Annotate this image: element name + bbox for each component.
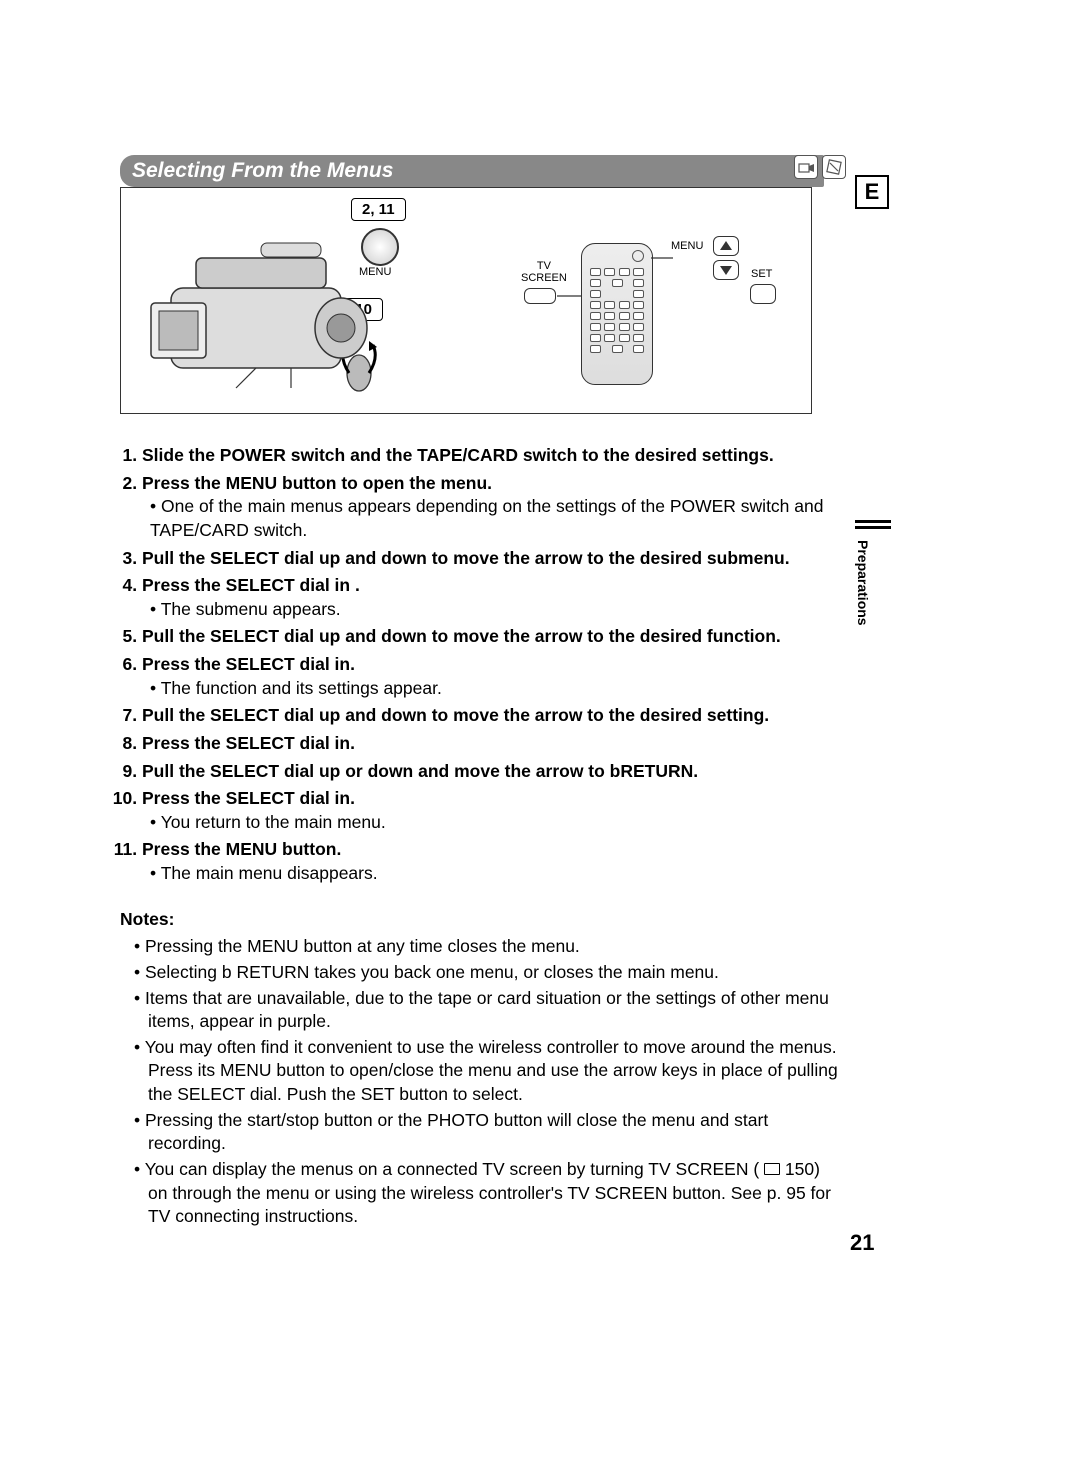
label-menu-remote: MENU (671, 240, 703, 252)
page-ref-icon (764, 1163, 780, 1175)
step-item: Pull the SELECT dial up or down and move… (142, 760, 840, 784)
note-item: Pressing the MENU button at any time clo… (120, 935, 840, 959)
tv-screen-button-icon (524, 288, 556, 304)
language-badge: E (855, 175, 889, 209)
side-tab-marks (855, 520, 891, 532)
note-item: Items that are unavailable, due to the t… (120, 987, 840, 1034)
step-item: Pull the SELECT dial up and down to move… (142, 704, 840, 728)
steps-list: Slide the POWER switch and the TAPE/CARD… (120, 444, 840, 886)
step-item: Slide the POWER switch and the TAPE/CARD… (142, 444, 840, 468)
callout-menu-button: 2, 11 (351, 198, 406, 221)
step-item: Press the SELECT dial in. (142, 732, 840, 756)
step-item: Press the SELECT dial in.The function an… (142, 653, 840, 700)
remote-down-button-icon (713, 260, 739, 280)
notes-heading: Notes: (120, 908, 840, 932)
step-item: Press the SELECT dial in .The submenu ap… (142, 574, 840, 621)
note-item: Selecting b RETURN takes you back one me… (120, 961, 840, 985)
instruction-block: Slide the POWER switch and the TAPE/CARD… (120, 444, 840, 1229)
step-sub: The function and its settings appear. (150, 677, 840, 701)
label-tv-screen: TV SCREEN (521, 260, 567, 284)
section-title: Selecting From the Menus (120, 155, 824, 187)
note-item: You may often find it convenient to use … (120, 1036, 840, 1107)
step-item: Press the SELECT dial in.You return to t… (142, 787, 840, 834)
step-item: Press the MENU button to open the menu.O… (142, 472, 840, 543)
card-mode-icon (822, 155, 846, 179)
side-tab-label: Preparations (855, 540, 871, 626)
step-sub: One of the main menus appears depending … (150, 495, 840, 542)
step-sub: The submenu appears. (150, 598, 840, 622)
camcorder-icon (141, 228, 411, 393)
page-content: Selecting From the Menus 2, 11 MENU 3-10 (120, 155, 840, 1231)
remote-up-button-icon (713, 236, 739, 256)
remote-set-button-icon (750, 284, 776, 304)
label-set: SET (751, 268, 772, 280)
step-item: Pull the SELECT dial up and down to move… (142, 625, 840, 649)
page-number: 21 (850, 1230, 874, 1256)
step-item: Press the MENU button.The main menu disa… (142, 838, 840, 885)
note-item: Pressing the start/stop button or the PH… (120, 1109, 840, 1156)
header-mode-icons (794, 155, 846, 179)
camera-mode-icon (794, 155, 818, 179)
step-sub: You return to the main menu. (150, 811, 840, 835)
remote-controller-icon (581, 243, 653, 385)
step-item: Pull the SELECT dial up and down to move… (142, 547, 840, 571)
diagram-illustration: 2, 11 MENU 3-10 (120, 187, 812, 414)
step-sub: The main menu disappears. (150, 862, 840, 886)
note-item: You can display the menus on a connected… (120, 1158, 840, 1229)
notes-list: Pressing the MENU button at any time clo… (120, 935, 840, 1229)
